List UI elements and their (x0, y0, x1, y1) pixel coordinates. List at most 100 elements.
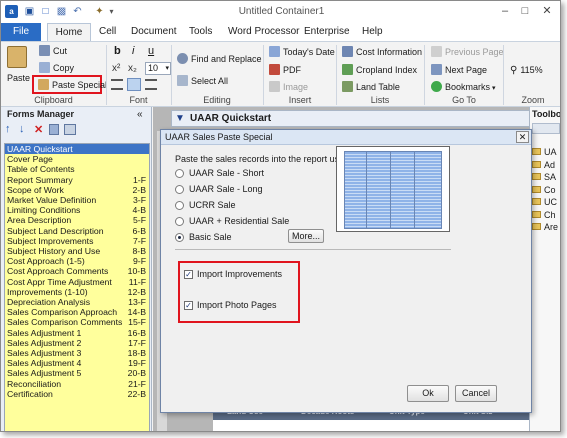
dialog-close-button[interactable]: ✕ (516, 131, 529, 143)
zoom-button[interactable]: ⚲ 115% (510, 64, 543, 77)
list-item[interactable]: Limiting Conditions 4-B (5, 205, 149, 215)
radio-option[interactable]: UCRR Sale (175, 200, 325, 212)
image-button[interactable]: Image (269, 81, 308, 93)
toolbox-item[interactable]: Ad (532, 160, 555, 170)
list-item[interactable]: Cost Approach Comments 10-B (5, 266, 149, 276)
list-item[interactable]: Reconciliation 21-F (5, 379, 149, 389)
italic-button[interactable]: i (132, 45, 134, 57)
list-item-label: Subject History and Use (7, 246, 101, 256)
list-item[interactable]: Table of Contents (5, 164, 149, 174)
list-icon[interactable] (64, 124, 76, 135)
list-item[interactable]: Sales Adjustment 5 20-B (5, 368, 149, 378)
radio-button[interactable] (175, 217, 184, 226)
align-center-icon[interactable] (127, 78, 141, 91)
toolbox-item[interactable]: Ch (532, 210, 556, 220)
list-item[interactable]: Cost Approach (1-5) 9-F (5, 256, 149, 266)
tab-enterprise[interactable]: Enterprise (302, 23, 352, 41)
radio-button[interactable] (175, 201, 184, 210)
list-item[interactable]: Cover Page (5, 154, 149, 164)
cropland-index-button[interactable]: Cropland Index (342, 64, 417, 76)
list-item-label: Market Value Definition (7, 195, 97, 205)
copy-button[interactable]: Copy (39, 62, 74, 74)
radio-option[interactable]: UAAR Sale - Short (175, 168, 325, 180)
list-item-code: 17-F (128, 337, 146, 348)
tab-file[interactable]: File (1, 23, 41, 41)
toolbox-item[interactable]: SA (532, 172, 556, 182)
bookmarks-button[interactable]: Bookmarks ▾ (431, 81, 496, 95)
tab-word-processor[interactable]: Word Processor (226, 23, 302, 41)
tab-cell[interactable]: Cell (97, 23, 118, 41)
move-down-icon[interactable]: ↓ (19, 123, 25, 135)
list-item[interactable]: Subject Improvements 7-F (5, 236, 149, 246)
list-item[interactable]: Sales Adjustment 2 17-F (5, 338, 149, 348)
list-item[interactable]: Sales Adjustment 4 19-F (5, 358, 149, 368)
pdf-button[interactable]: PDF (269, 64, 301, 76)
list-item[interactable]: Scope of Work 2-B (5, 185, 149, 195)
tab-help[interactable]: Help (360, 23, 385, 41)
list-item[interactable]: Depreciation Analysis 13-F (5, 297, 149, 307)
list-item[interactable]: Report Summary 1-F (5, 175, 149, 185)
tab-home[interactable]: Home (47, 23, 91, 41)
list-item[interactable]: Area Description 5-F (5, 215, 149, 225)
preview-column-line (366, 151, 367, 229)
subscript-button[interactable]: x₂ (128, 63, 137, 75)
list-item[interactable]: Cost Appr Time Adjustment 11-F (5, 277, 149, 287)
move-up-icon[interactable]: ↑ (5, 123, 11, 135)
radio-button[interactable] (175, 185, 184, 194)
delete-icon[interactable]: ✕ (34, 123, 43, 136)
bold-button[interactable]: b (114, 45, 121, 57)
cost-information-button[interactable]: Cost Information (342, 46, 422, 58)
todays-date-button[interactable]: Today's Date (269, 46, 335, 58)
ok-button[interactable]: Ok (407, 385, 449, 402)
maximize-button[interactable]: □ (517, 4, 533, 18)
list-item[interactable]: Sales Comparison Comments 15-F (5, 317, 149, 327)
find-replace-button[interactable]: Find and Replace (177, 53, 262, 65)
list-item[interactable]: Subject History and Use 8-B (5, 246, 149, 256)
close-button[interactable]: ✕ (539, 4, 555, 18)
tab-tools[interactable]: Tools (187, 23, 214, 41)
toolbox-item[interactable]: Co (532, 185, 556, 195)
toolbox-item[interactable]: UA (532, 147, 557, 157)
toolbox-item[interactable]: UC (532, 197, 557, 207)
list-item[interactable]: Sales Adjustment 1 16-B (5, 328, 149, 338)
paste-button[interactable]: Paste (7, 72, 30, 84)
paste-icon[interactable] (7, 46, 27, 68)
align-right-icon[interactable] (145, 79, 157, 90)
underline-button[interactable]: u (148, 45, 154, 57)
checkbox[interactable]: ✓ (184, 301, 193, 310)
minimize-button[interactable]: – (497, 4, 513, 18)
list-item[interactable]: Market Value Definition 3-F (5, 195, 149, 205)
previous-page-button[interactable]: Previous Page (431, 46, 504, 58)
radio-option[interactable]: UAAR Sale - Long (175, 184, 325, 196)
list-item[interactable]: Subject Land Description 6-B (5, 226, 149, 236)
next-page-button[interactable]: Next Page (431, 64, 487, 76)
folder-icon (532, 173, 541, 180)
radio-option[interactable]: Basic Sale (175, 232, 325, 244)
list-item[interactable]: Improvements (1-10) 12-B (5, 287, 149, 297)
folder-icon (532, 223, 541, 230)
checkbox[interactable]: ✓ (184, 270, 193, 279)
radio-button[interactable] (175, 233, 184, 242)
tab-document[interactable]: Document (129, 23, 179, 41)
paste-special-button[interactable]: Paste Special (32, 75, 107, 94)
page-icon[interactable] (49, 124, 59, 135)
checkbox-option[interactable]: ✓ Import Improvements (184, 269, 296, 281)
list-item[interactable]: Sales Comparison Approach 14-B (5, 307, 149, 317)
superscript-button[interactable]: x² (112, 63, 120, 75)
list-item[interactable]: UAAR Quickstart (5, 144, 149, 155)
checkbox-option[interactable]: ✓ Import Photo Pages (184, 300, 296, 312)
paste-special-label: Paste Special (52, 80, 108, 90)
radio-option[interactable]: UAAR + Residential Sale (175, 216, 325, 228)
toolbox-item[interactable]: Are (532, 222, 558, 232)
list-item[interactable]: Certification 22-B (5, 389, 149, 399)
toolbox-item-label: Ch (544, 209, 556, 220)
list-item[interactable]: Sales Adjustment 3 18-B (5, 348, 149, 358)
collapse-panel-icon[interactable]: « (137, 109, 143, 120)
cut-button[interactable]: Cut (39, 45, 67, 57)
select-all-button[interactable]: Select All (177, 75, 228, 87)
cancel-button[interactable]: Cancel (455, 385, 497, 402)
align-left-icon[interactable] (111, 79, 123, 90)
land-table-button[interactable]: Land Table (342, 81, 400, 93)
radio-button[interactable] (175, 169, 184, 178)
font-size-select[interactable]: 10 ▾ (145, 62, 171, 75)
